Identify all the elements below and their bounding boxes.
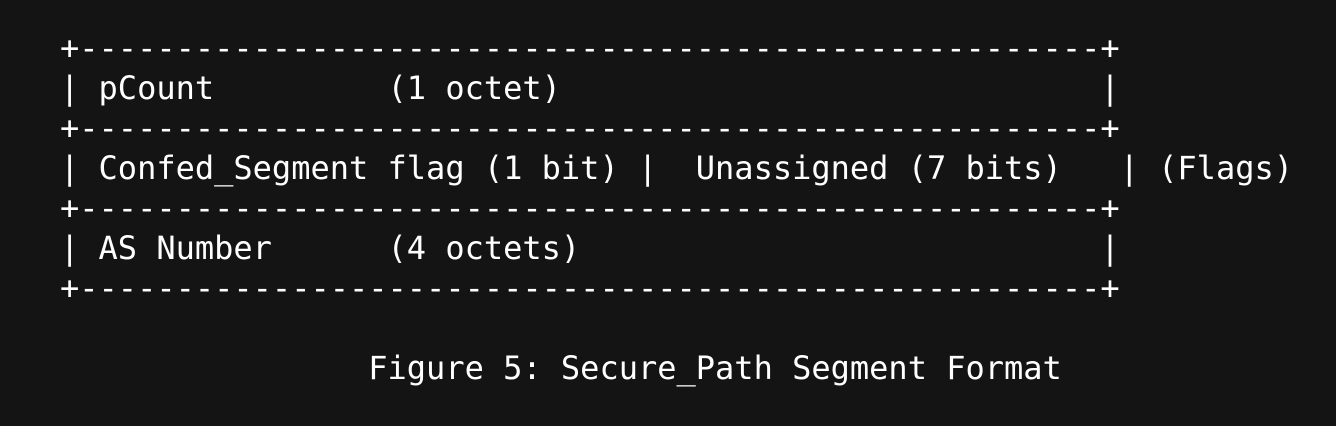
diagram-border-bottom: +---------------------------------------…	[60, 269, 1120, 307]
diagram-border-top: +---------------------------------------…	[60, 29, 1120, 67]
diagram-border-2: +---------------------------------------…	[60, 109, 1120, 147]
figure-caption: Figure 5: Secure_Path Segment Format	[60, 349, 1062, 387]
segment-format-figure: +---------------------------------------…	[60, 28, 1293, 388]
diagram-row-flags: | Confed_Segment flag (1 bit) | Unassign…	[60, 149, 1293, 187]
diagram-row-as-number: | AS Number (4 octets) |	[60, 229, 1120, 267]
diagram-border-3: +---------------------------------------…	[60, 189, 1120, 227]
diagram-row-pcount: | pCount (1 octet) |	[60, 69, 1120, 107]
